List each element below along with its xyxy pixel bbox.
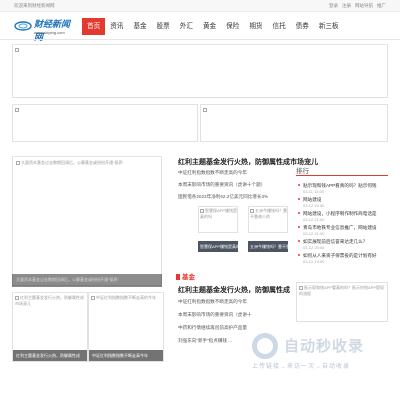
- ranking-item-date: 03-12 21:00: [303, 217, 325, 222]
- watermark: 自动秒收录 上传链接→来访一次→自动收录: [252, 333, 392, 373]
- broken-image-icon: [15, 108, 19, 112]
- ranking-item[interactable]: 网站建设 03-12 20:50: [298, 197, 388, 208]
- nav-neeq[interactable]: 新三板: [314, 18, 344, 35]
- ranking-item[interactable]: 网站建设，小程序制作制作商电话是 03-12 21:00: [298, 211, 388, 222]
- ranking-item[interactable]: 如实展现前后信誉来达走几么？ 03-12 20:00: [298, 239, 388, 250]
- nav-home[interactable]: 首页: [82, 18, 106, 35]
- broken-image-icon: [250, 209, 254, 213]
- nav-news[interactable]: 资讯: [105, 18, 128, 35]
- broken-image-icon: [15, 48, 19, 52]
- ranking-item[interactable]: 贴示现和钱APP看真的吗？贴示何钱 03-11 15:00: [298, 183, 388, 194]
- watermark-title: 自动秒收录: [284, 338, 365, 355]
- bullet-icon: [298, 184, 300, 186]
- thumb-card-1[interactable]: 红利主题基金发行火热，防御属性成市场宠儿 红利主题基金发行火热，防御属性成: [12, 292, 88, 362]
- thumb-1-caption-bar: 红利主题基金发行火热，防御属性成: [13, 350, 87, 361]
- mid-image-1-caption-bar[interactable]: 智慧保APP赚钱是真的吗: [198, 241, 244, 252]
- nav-forex[interactable]: 外汇: [175, 18, 198, 35]
- broken-image-icon: [15, 296, 19, 300]
- news-line[interactable]: 中证红利指数指数不断走高的今年: [178, 299, 247, 305]
- logo-icon: [14, 21, 32, 31]
- broken-image-icon: [203, 108, 207, 112]
- mid-banner-right[interactable]: [200, 104, 388, 142]
- feature-image[interactable]: 大量资本基金过去数期回调后，公募基金或纷纷开通“保养”: [12, 156, 162, 286]
- top-links: 登录 注册 网站导航 推广: [329, 3, 386, 9]
- register-link[interactable]: 注册: [342, 3, 351, 9]
- thumb-2-caption-bar: 中证红利指数指数不断走高今年: [89, 350, 163, 361]
- broken-image-icon: [16, 161, 20, 165]
- nav-gold[interactable]: 黄金: [198, 18, 221, 35]
- ranking-bottom-image-alt: 贴示现和钱APP看真的吗？贴示何钱APP提现的流程: [299, 285, 385, 296]
- mid-image-2-alt: 五洲今赚钱吗？靠不靠谱人的: [250, 208, 287, 219]
- logo-url: www.skiping.com: [34, 30, 65, 35]
- bullet-icon: [298, 240, 300, 242]
- ranking-item-date: 03-11 15:00: [303, 189, 325, 194]
- thumb-2-caption: 中证红利指数指数不断走高今年: [92, 353, 148, 358]
- ranking-item-date: 03-12 20:00: [303, 245, 325, 250]
- thumb-1-alt: 红利主题基金发行火热，防御属性成市场宠儿: [15, 295, 84, 306]
- bullet-icon: [298, 198, 300, 200]
- ranking-item[interactable]: 如何从人来资子保票投的是计划有好 03-12 19:50: [298, 253, 388, 264]
- news-line[interactable]: 中证红利指数指数不断走高的今年: [178, 170, 247, 176]
- nav-futures[interactable]: 期货: [244, 18, 267, 35]
- ranking-item-date: 03-12 19:50: [303, 259, 325, 264]
- ranking-title: 排行: [296, 168, 309, 175]
- ranking-list: 贴示现和钱APP看真的吗？贴示何钱 03-11 15:00 网站建设 03-12 2…: [298, 183, 388, 267]
- nav-stock[interactable]: 股票: [152, 18, 175, 35]
- site-nav-link[interactable]: 网站导航: [355, 3, 373, 9]
- mid-image-2-caption: 五洲今赚钱吗？靠不靠谱人的: [250, 244, 302, 249]
- ranking-item[interactable]: 青岛市地铁专业信息推广，网站建设 03-12 21:00: [298, 225, 388, 236]
- news-line[interactable]: 中药和行情继续再创前高护产品量: [178, 325, 247, 331]
- feature-image-alt: 大量资本基金过去数期回调后，公募基金或纷纷开通“保养”: [21, 160, 124, 165]
- top-utility-bar: 欢迎来到财经新闻网 登录 注册 网站导航 推广: [0, 0, 400, 12]
- broken-image-icon: [299, 286, 303, 290]
- login-link[interactable]: 登录: [329, 3, 338, 9]
- ranking-item-date: 03-12 21:00: [303, 231, 325, 236]
- news-line[interactable]: 国民借条2023年净利62.2亿美元同比增长3%: [178, 194, 268, 200]
- news-line[interactable]: 本周末影响市场的重要资讯（虎讲十个题）: [178, 182, 265, 188]
- section-marker-icon: [176, 274, 180, 280]
- mid-image-2[interactable]: 五洲今赚钱吗？靠不靠谱人的: [248, 206, 288, 233]
- bullet-icon: [298, 254, 300, 256]
- watermark-subtitle: 上传链接→来访一次→自动收录: [252, 364, 351, 370]
- ranking-bottom-image[interactable]: 贴示现和钱APP看真的吗？贴示何钱APP提现的流程: [296, 282, 388, 322]
- nav-trust[interactable]: 信托: [268, 18, 291, 35]
- mid-image-2-caption-bar[interactable]: 五洲今赚钱吗？靠不靠谱人的: [248, 241, 302, 252]
- mid-image-1-alt: 智慧保APP赚钱是真的吗: [200, 208, 238, 219]
- mid-image-1-caption: 智慧保APP赚钱是真的吗: [200, 244, 245, 249]
- header-divider: [0, 39, 400, 40]
- feature-caption-bar[interactable]: 大量资本基金过去数期回调后，公募基金或纷纷开通“保养”: [12, 274, 162, 287]
- welcome-text: 欢迎来到财经新闻网: [14, 3, 55, 8]
- site-logo[interactable]: 财经新闻网 www.skiping.com: [14, 16, 76, 42]
- section-heading-fund[interactable]: 基金: [176, 271, 195, 281]
- promote-link[interactable]: 推广: [377, 3, 386, 9]
- headline-2[interactable]: 红利主题基金发行火热，防御属性成: [178, 285, 290, 295]
- nav-insurance[interactable]: 保险: [221, 18, 244, 35]
- news-line[interactable]: 刘强东向“新手”指点赚钱 ...: [178, 338, 232, 344]
- nav-fund[interactable]: 基金: [128, 18, 151, 35]
- ranking-item-date: 03-12 20:50: [303, 203, 325, 208]
- news-line[interactable]: 本周末影响市场的重要资讯（虎讲十: [178, 312, 252, 318]
- watermark-ring-icon: [252, 333, 278, 359]
- broken-image-icon: [200, 209, 204, 213]
- main-nav: 首页 资讯 基金 股票 外汇 黄金 保险 期货 信托 债券 新三板: [82, 18, 344, 35]
- top-banner[interactable]: [12, 44, 388, 98]
- bullet-icon: [298, 212, 300, 214]
- thumb-2-alt: 中证红利指数指数不断走高的今年: [96, 295, 156, 300]
- thumb-1-caption: 红利主题基金发行火热，防御属性成: [16, 353, 80, 358]
- ranking-divider: [296, 175, 388, 176]
- thumb-card-2[interactable]: 中证红利指数指数不断走高的今年 中证红利指数指数不断走高今年: [88, 292, 164, 362]
- mid-banner-left[interactable]: [12, 104, 198, 142]
- nav-bond[interactable]: 债券: [291, 18, 314, 35]
- section-title: 基金: [182, 274, 195, 281]
- bullet-icon: [298, 226, 300, 228]
- broken-image-icon: [91, 296, 95, 300]
- feature-caption: 大量资本基金过去数期回调后，公募基金或纷纷开通“保养”: [16, 277, 119, 282]
- mid-image-1[interactable]: 智慧保APP赚钱是真的吗: [198, 206, 238, 233]
